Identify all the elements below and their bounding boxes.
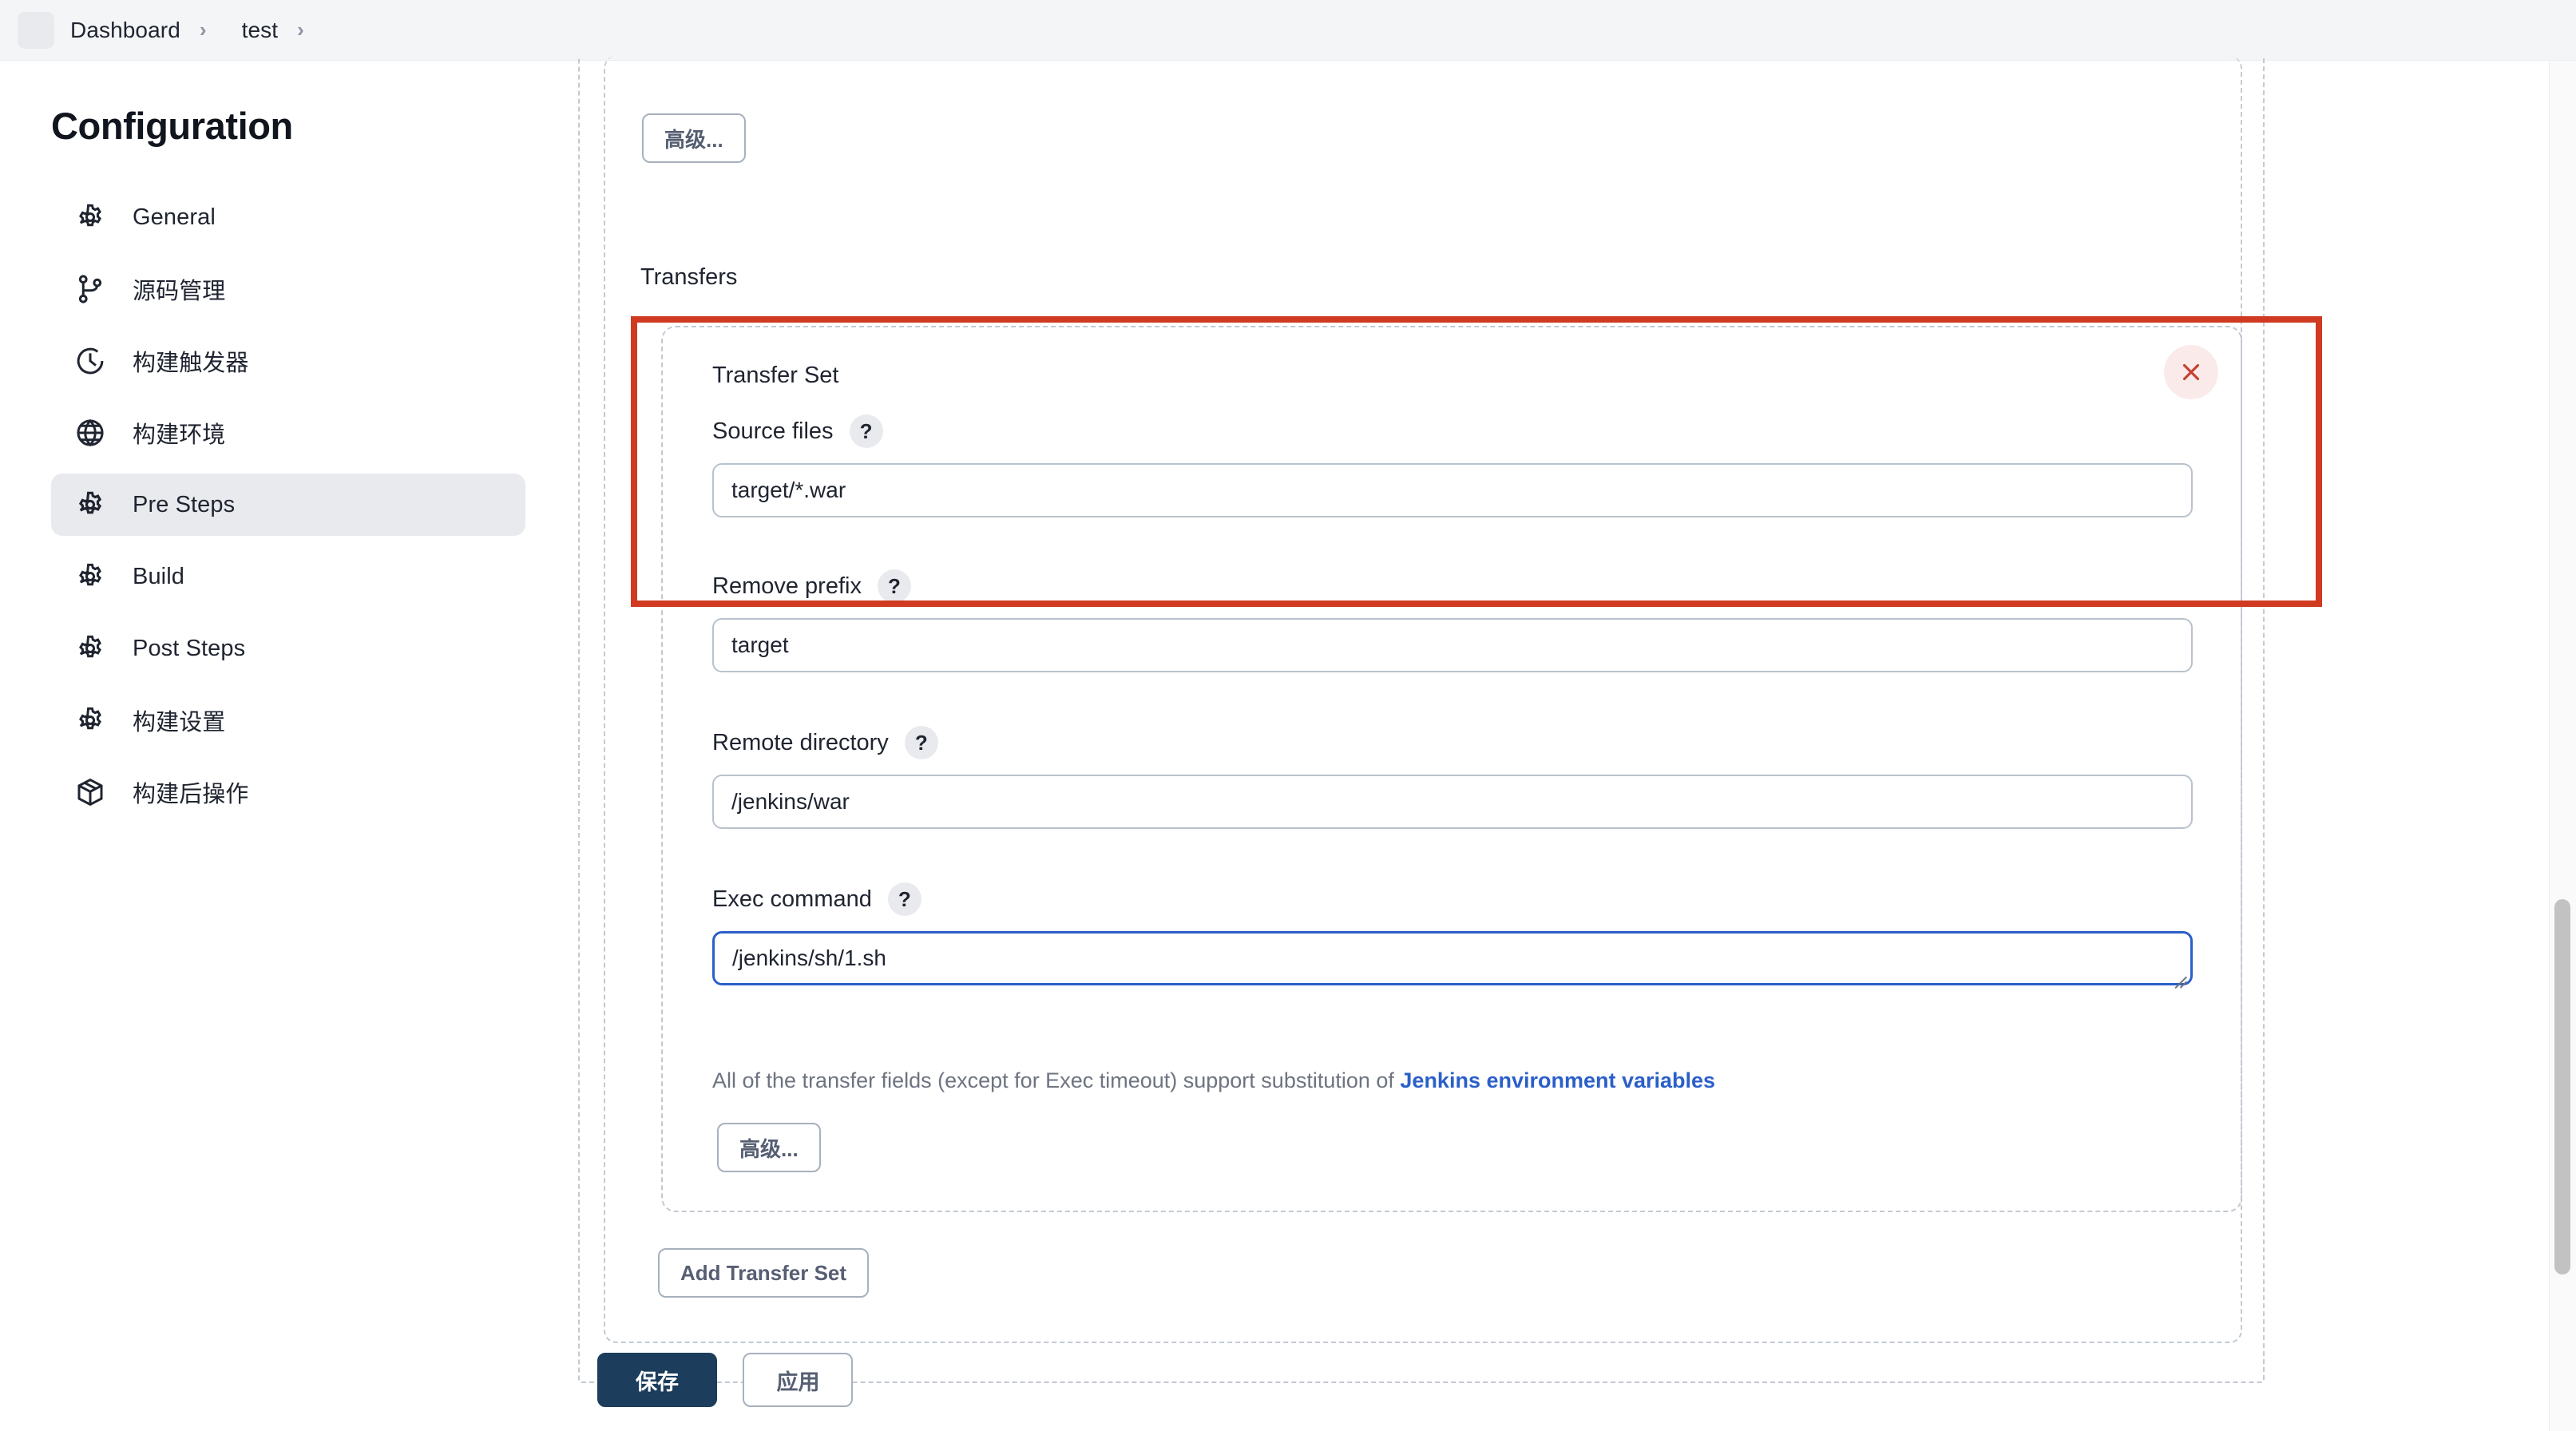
transfer-set-card: Transfer Set Source files ? Remove prefi… bbox=[661, 326, 2242, 1212]
breadcrumb-bar: Dashboard › test › bbox=[0, 0, 2576, 61]
sidebar-item-label: 构建设置 bbox=[133, 710, 226, 735]
field-label: Source files bbox=[712, 418, 834, 444]
breadcrumb-item-dashboard[interactable]: Dashboard bbox=[70, 18, 180, 43]
sidebar-item-build-settings[interactable]: 构建设置 bbox=[51, 689, 525, 751]
field-label-row: Source files ? bbox=[712, 414, 2193, 449]
save-button[interactable]: 保存 bbox=[597, 1353, 717, 1407]
gear-icon bbox=[72, 486, 109, 523]
breadcrumb-separator: › bbox=[199, 18, 207, 42]
gear-icon bbox=[72, 199, 109, 236]
source-files-input[interactable] bbox=[712, 463, 2193, 517]
sidebar-item-build-environment[interactable]: 构建环境 bbox=[51, 402, 525, 464]
gear-icon bbox=[72, 702, 109, 739]
close-icon[interactable] bbox=[2164, 345, 2218, 399]
add-transfer-set-wrapper: Add Transfer Set bbox=[658, 1248, 870, 1298]
page-title: Configuration bbox=[51, 105, 293, 147]
vertical-scrollbar-track[interactable] bbox=[2549, 61, 2576, 1431]
transfers-section-label: Transfers bbox=[640, 264, 738, 290]
help-note-text: All of the transfer fields (except for E… bbox=[712, 1068, 1401, 1092]
field-label: Remote directory bbox=[712, 729, 889, 755]
transfer-set-title: Transfer Set bbox=[712, 363, 839, 388]
help-icon[interactable]: ? bbox=[887, 882, 921, 916]
sidebar-item-label: Post Steps bbox=[133, 635, 246, 661]
sidebar-item-post-build-actions[interactable]: 构建后操作 bbox=[51, 761, 525, 823]
sidebar-item-build[interactable]: Build bbox=[51, 545, 525, 608]
sidebar-item-label: 构建触发器 bbox=[133, 351, 249, 376]
sidebar-item-label: 源码管理 bbox=[133, 279, 226, 304]
field-label: Exec command bbox=[712, 886, 872, 912]
clock-icon bbox=[72, 343, 109, 379]
advanced-button-top[interactable]: 高级... bbox=[642, 113, 746, 163]
add-transfer-set-button[interactable]: Add Transfer Set bbox=[658, 1248, 870, 1298]
sidebar-item-post-steps[interactable]: Post Steps bbox=[51, 617, 525, 680]
sidebar-item-label: General bbox=[133, 204, 216, 230]
breadcrumb-separator-trailing: › bbox=[297, 18, 304, 42]
globe-icon bbox=[72, 414, 109, 451]
field-label: Remove prefix bbox=[712, 573, 862, 599]
app-logo-placeholder[interactable] bbox=[18, 11, 54, 49]
help-icon[interactable]: ? bbox=[904, 726, 938, 759]
exec-command-input[interactable] bbox=[712, 931, 2193, 985]
advanced-button-transfer-set[interactable]: 高级... bbox=[717, 1123, 821, 1172]
sidebar-item-pre-steps[interactable]: Pre Steps bbox=[51, 474, 525, 536]
sidebar-item-label: Pre Steps bbox=[133, 491, 236, 517]
sidebar-nav-list: General 源码管理 构建触发器 构建环境 Pre Steps Build … bbox=[51, 186, 559, 823]
gear-icon bbox=[72, 630, 109, 667]
gear-icon bbox=[72, 558, 109, 595]
field-label-row: Remove prefix ? bbox=[712, 569, 2193, 604]
box-icon bbox=[72, 774, 109, 811]
field-label-row: Exec command ? bbox=[712, 882, 2193, 917]
field-remote-directory: Remote directory ? bbox=[712, 725, 2193, 829]
help-icon[interactable]: ? bbox=[877, 569, 911, 603]
advanced-button-top-wrapper: 高级... bbox=[642, 113, 746, 163]
field-exec-command: Exec command ? bbox=[712, 882, 2193, 985]
advanced-button-inner-wrapper: 高级... bbox=[717, 1123, 821, 1172]
breadcrumb-item-test[interactable]: test bbox=[242, 18, 279, 43]
sidebar-item-label: 构建后操作 bbox=[133, 782, 249, 807]
sidebar-item-build-triggers[interactable]: 构建触发器 bbox=[51, 330, 525, 392]
branch-icon bbox=[72, 271, 109, 307]
sidebar-item-label: 构建环境 bbox=[133, 422, 226, 448]
exec-command-wrapper bbox=[712, 931, 2193, 985]
field-remove-prefix: Remove prefix ? bbox=[712, 569, 2193, 672]
field-source-files: Source files ? bbox=[712, 414, 2193, 517]
field-label-row: Remote directory ? bbox=[712, 725, 2193, 760]
main-content: 高级... Transfers Transfer Set Source file… bbox=[559, 56, 2539, 1431]
jenkins-environment-variables-link[interactable]: Jenkins environment variables bbox=[1400, 1068, 1715, 1092]
remote-directory-input[interactable] bbox=[712, 775, 2193, 829]
sidebar-item-general[interactable]: General bbox=[51, 186, 525, 248]
apply-button[interactable]: 应用 bbox=[743, 1353, 854, 1407]
transfer-fields-help-note: All of the transfer fields (except for E… bbox=[712, 1068, 1715, 1093]
sidebar: Configuration General 源码管理 构建触发器 构建环境 Pr… bbox=[0, 61, 559, 1431]
help-icon[interactable]: ? bbox=[849, 414, 883, 448]
sidebar-item-source-management[interactable]: 源码管理 bbox=[51, 258, 525, 320]
sidebar-item-label: Build bbox=[133, 563, 184, 589]
transfer-set-inner: Transfer Set Source files ? Remove prefi… bbox=[663, 327, 2241, 1211]
vertical-scrollbar-thumb[interactable] bbox=[2554, 899, 2570, 1274]
remove-prefix-input[interactable] bbox=[712, 618, 2193, 672]
footer-actions: 保存 应用 bbox=[597, 1353, 854, 1407]
